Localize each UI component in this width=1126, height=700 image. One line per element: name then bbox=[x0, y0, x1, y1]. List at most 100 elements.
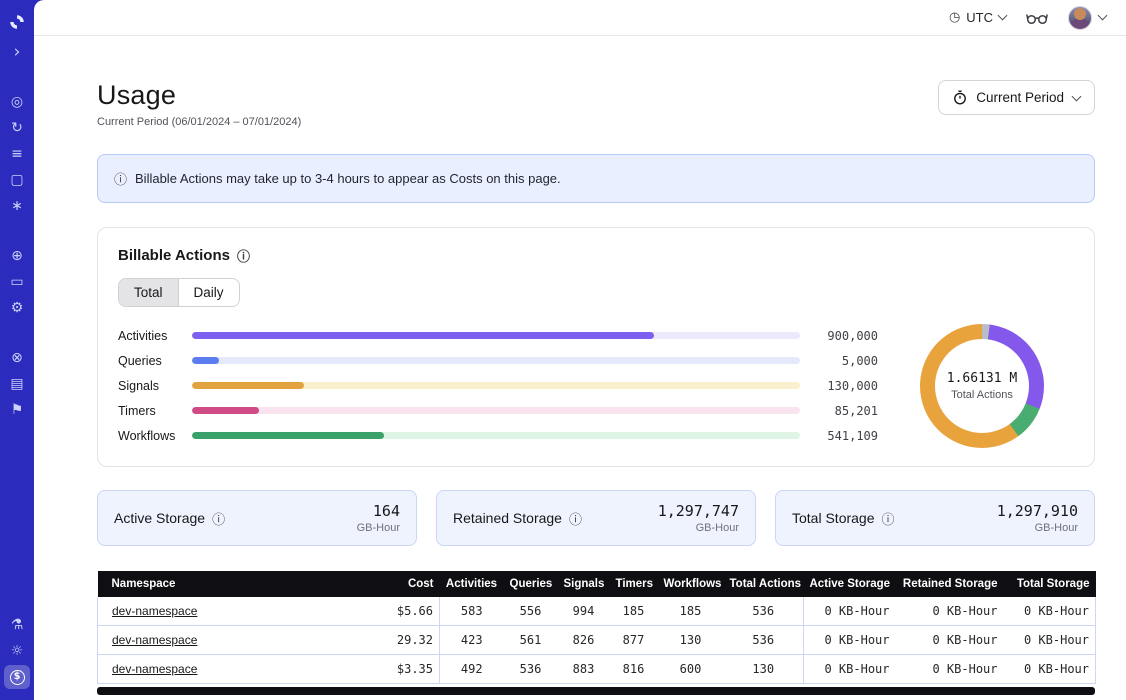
table-header-row: Namespace Cost Activities Queries Signal… bbox=[98, 571, 1096, 597]
bar-value: 900,000 bbox=[800, 329, 878, 343]
cube-icon[interactable]: ▢ bbox=[4, 168, 30, 192]
info-icon[interactable]: ⓘ bbox=[882, 509, 895, 528]
total-actions-cell: 130 bbox=[724, 655, 804, 684]
col-retained-storage: Retained Storage bbox=[896, 571, 1004, 597]
bar-label: Signals bbox=[118, 379, 192, 393]
target-icon[interactable]: ◎ bbox=[4, 90, 30, 114]
col-queries: Queries bbox=[504, 571, 558, 597]
billable-actions-chart: Activities 900,000 Queries 5,000 Signals… bbox=[118, 323, 1074, 448]
info-icon[interactable]: ⓘ bbox=[237, 246, 250, 265]
total-storage-cell: 0 KB-Hour bbox=[1004, 597, 1096, 626]
stat-value: 1,297,910 bbox=[997, 502, 1078, 520]
storage-stats-row: Active Storage ⓘ 164 GB-Hour Retained St… bbox=[97, 490, 1095, 546]
namespace-link[interactable]: dev-namespace bbox=[112, 633, 197, 647]
stat-label: Retained Storage bbox=[453, 510, 562, 526]
stat-value: 164 bbox=[357, 502, 400, 520]
col-active-storage: Active Storage bbox=[804, 571, 896, 597]
table-row: dev-namespace $3.35 492 536 883 816 600 … bbox=[98, 655, 1096, 684]
bar-row-queries: Queries 5,000 bbox=[118, 348, 878, 373]
info-icon[interactable]: ⓘ bbox=[212, 509, 225, 528]
workflows-cell: 600 bbox=[658, 655, 724, 684]
bar-chart: Activities 900,000 Queries 5,000 Signals… bbox=[118, 323, 878, 448]
col-workflows: Workflows bbox=[658, 571, 724, 597]
col-total-storage: Total Storage bbox=[1004, 571, 1096, 597]
stopwatch-icon bbox=[953, 90, 967, 105]
bar-track bbox=[192, 432, 800, 439]
col-total-actions: Total Actions bbox=[724, 571, 804, 597]
bar-row-timers: Timers 85,201 bbox=[118, 398, 878, 423]
dollar-icon[interactable]: $ bbox=[4, 665, 30, 689]
donut-total-label: Total Actions bbox=[951, 389, 1013, 401]
bar-row-activities: Activities 900,000 bbox=[118, 323, 878, 348]
active-storage-cell: 0 KB-Hour bbox=[804, 626, 896, 655]
info-icon[interactable]: ⓘ bbox=[569, 509, 582, 528]
layers-icon[interactable]: ≡ bbox=[4, 142, 30, 166]
chevron-right-icon[interactable]: › bbox=[4, 40, 30, 64]
stat-label: Total Storage bbox=[792, 510, 875, 526]
clock-rotate-icon[interactable]: ↻ bbox=[4, 116, 30, 140]
user-menu[interactable] bbox=[1068, 6, 1106, 30]
col-timers: Timers bbox=[610, 571, 658, 597]
bar-label: Workflows bbox=[118, 429, 192, 443]
temporal-logo-icon[interactable] bbox=[4, 9, 30, 35]
donut-chart-container: 1.66131 M Total Actions bbox=[920, 324, 1044, 448]
namespace-link[interactable]: dev-namespace bbox=[112, 604, 197, 618]
stat-unit: GB-Hour bbox=[658, 522, 739, 534]
activities-cell: 583 bbox=[440, 597, 504, 626]
topbar: ◷ UTC bbox=[34, 0, 1126, 36]
avatar[interactable] bbox=[1068, 6, 1092, 30]
active-storage-card: Active Storage ⓘ 164 GB-Hour bbox=[97, 490, 417, 546]
timers-cell: 816 bbox=[610, 655, 658, 684]
bar-fill bbox=[192, 382, 304, 389]
flag-icon[interactable]: ⚑ bbox=[4, 398, 30, 422]
bar-value: 130,000 bbox=[800, 379, 878, 393]
total-actions-cell: 536 bbox=[724, 626, 804, 655]
bar-value: 541,109 bbox=[800, 429, 878, 443]
timezone-label: UTC bbox=[966, 10, 993, 25]
bar-label: Timers bbox=[118, 404, 192, 418]
cost-cell: $3.35 bbox=[360, 655, 440, 684]
col-activities: Activities bbox=[440, 571, 504, 597]
bar-track bbox=[192, 407, 800, 414]
bar-fill bbox=[192, 357, 219, 364]
cost-cell: $5.66 bbox=[360, 597, 440, 626]
banner-text: Billable Actions may take up to 3-4 hour… bbox=[135, 171, 561, 186]
page-header: Usage Current Period (06/01/2024 – 07/01… bbox=[97, 80, 1095, 128]
period-selector-button[interactable]: Current Period bbox=[938, 80, 1095, 115]
bar-label: Activities bbox=[118, 329, 192, 343]
glasses-icon[interactable] bbox=[1026, 11, 1048, 25]
bar-row-workflows: Workflows 541,109 bbox=[118, 423, 878, 448]
tab-daily[interactable]: Daily bbox=[179, 279, 239, 306]
stat-unit: GB-Hour bbox=[357, 522, 400, 534]
col-signals: Signals bbox=[558, 571, 610, 597]
circle-x-icon[interactable]: ⊗ bbox=[4, 346, 30, 370]
namespace-link[interactable]: dev-namespace bbox=[112, 662, 197, 676]
activities-cell: 423 bbox=[440, 626, 504, 655]
dollar-glyph: $ bbox=[10, 670, 25, 685]
flask-icon[interactable]: ⚗ bbox=[4, 613, 30, 637]
chevron-down-icon bbox=[998, 11, 1008, 21]
card-title-row: Billable Actions ⓘ bbox=[118, 246, 1074, 265]
chevron-down-icon bbox=[1072, 91, 1082, 101]
active-storage-cell: 0 KB-Hour bbox=[804, 597, 896, 626]
retained-storage-cell: 0 KB-Hour bbox=[896, 626, 1004, 655]
billable-actions-card: Billable Actions ⓘ Total Daily Activitie… bbox=[97, 227, 1095, 467]
queries-cell: 556 bbox=[504, 597, 558, 626]
card-icon[interactable]: ▭ bbox=[4, 270, 30, 294]
globe-icon[interactable]: ⊕ bbox=[4, 244, 30, 268]
signals-cell: 994 bbox=[558, 597, 610, 626]
period-button-label: Current Period bbox=[976, 90, 1064, 105]
sun-icon[interactable]: ☼ bbox=[4, 639, 30, 663]
total-storage-cell: 0 KB-Hour bbox=[1004, 655, 1096, 684]
timezone-selector[interactable]: ◷ UTC bbox=[949, 10, 1006, 25]
tab-total[interactable]: Total bbox=[119, 279, 179, 306]
main-panel: ◷ UTC Usage Current Period (06/01/2024 –… bbox=[34, 0, 1126, 700]
bar-track bbox=[192, 382, 800, 389]
asterisk-icon[interactable]: ∗ bbox=[4, 194, 30, 218]
retained-storage-card: Retained Storage ⓘ 1,297,747 GB-Hour bbox=[436, 490, 756, 546]
book-icon[interactable]: ▤ bbox=[4, 372, 30, 396]
chevron-down-icon bbox=[1098, 11, 1108, 21]
horizontal-scrollbar[interactable] bbox=[97, 687, 1095, 695]
gear-icon[interactable]: ⚙ bbox=[4, 296, 30, 320]
col-namespace: Namespace bbox=[98, 571, 360, 597]
